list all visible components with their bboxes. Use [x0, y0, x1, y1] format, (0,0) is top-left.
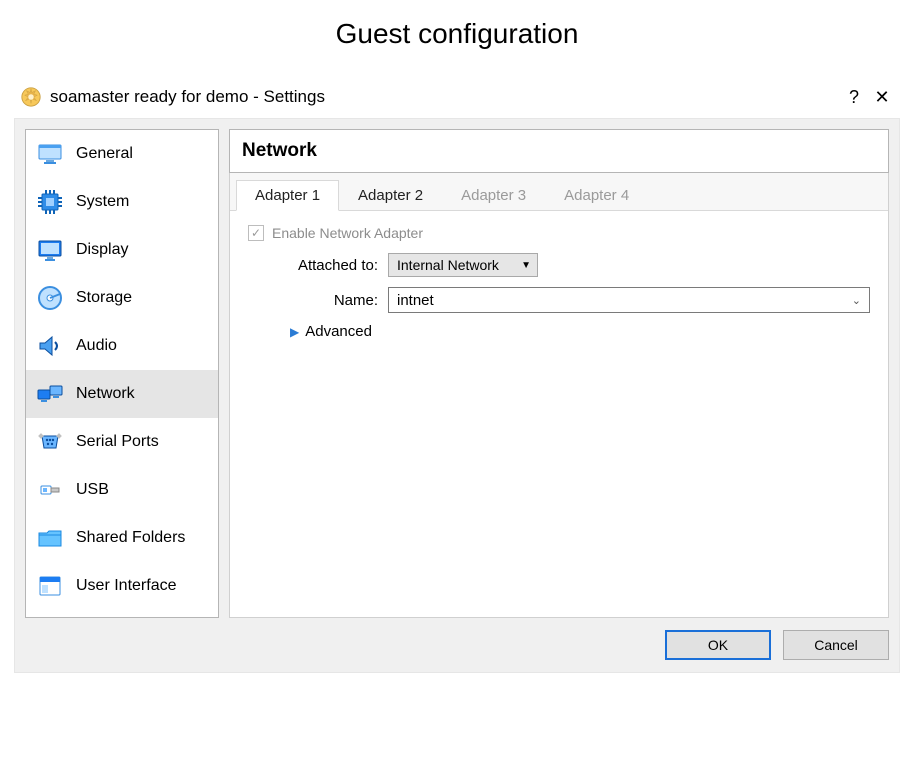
sidebar-item-shared-folders[interactable]: Shared Folders: [26, 514, 218, 562]
sidebar-item-storage[interactable]: Storage: [26, 274, 218, 322]
sidebar-item-network[interactable]: Network: [26, 370, 218, 418]
advanced-label: Advanced: [305, 323, 372, 340]
sidebar-item-general[interactable]: General: [26, 130, 218, 178]
sidebar-item-label: System: [76, 193, 129, 211]
cancel-button[interactable]: Cancel: [783, 630, 889, 660]
sidebar-item-label: USB: [76, 481, 109, 499]
attached-to-value: Internal Network: [397, 257, 499, 273]
triangle-right-icon: ▶: [290, 325, 299, 339]
dialog-body: General System Display Storage: [14, 118, 900, 673]
attached-to-label: Attached to:: [248, 257, 388, 274]
chip-icon: [36, 188, 64, 216]
name-label: Name:: [248, 292, 388, 309]
tab-adapter-1[interactable]: Adapter 1: [236, 180, 339, 211]
checkbox-icon: ✓: [248, 225, 264, 241]
panel-heading: Network: [229, 129, 889, 173]
tab-adapter-4: Adapter 4: [545, 180, 648, 211]
sidebar-item-label: Network: [76, 385, 135, 403]
close-button[interactable]: ✕: [868, 87, 896, 108]
network-icon: [36, 380, 64, 408]
ok-button[interactable]: OK: [665, 630, 771, 660]
sidebar-item-label: Display: [76, 241, 128, 259]
speaker-icon: [36, 332, 64, 360]
help-button[interactable]: ?: [840, 87, 868, 108]
window-title: soamaster ready for demo - Settings: [50, 87, 325, 107]
sidebar-item-label: User Interface: [76, 577, 176, 595]
sidebar-item-audio[interactable]: Audio: [26, 322, 218, 370]
sidebar-item-system[interactable]: System: [26, 178, 218, 226]
page-heading: Guest configuration: [0, 18, 914, 50]
sidebar-item-label: Audio: [76, 337, 117, 355]
sidebar-item-serial-ports[interactable]: Serial Ports: [26, 418, 218, 466]
settings-sidebar: General System Display Storage: [25, 129, 219, 618]
serial-port-icon: [36, 428, 64, 456]
usb-icon: [36, 476, 64, 504]
name-combobox[interactable]: intnet ⌄: [388, 287, 870, 313]
enable-adapter-label: Enable Network Adapter: [272, 225, 423, 241]
attached-to-dropdown[interactable]: Internal Network ▼: [388, 253, 538, 277]
settings-content: Network Adapter 1 Adapter 2 Adapter 3 Ad…: [229, 129, 889, 618]
ui-icon: [36, 572, 64, 600]
sidebar-item-display[interactable]: Display: [26, 226, 218, 274]
folder-icon: [36, 524, 64, 552]
name-value: intnet: [397, 292, 434, 309]
chevron-down-icon: ⌄: [852, 294, 861, 307]
enable-adapter-checkbox: ✓ Enable Network Adapter: [248, 225, 870, 241]
sidebar-item-label: Storage: [76, 289, 132, 307]
sidebar-item-usb[interactable]: USB: [26, 466, 218, 514]
disk-icon: [36, 284, 64, 312]
advanced-toggle[interactable]: ▶ Advanced: [290, 323, 870, 340]
tab-adapter-3: Adapter 3: [442, 180, 545, 211]
display-icon: [36, 236, 64, 264]
sidebar-item-user-interface[interactable]: User Interface: [26, 562, 218, 610]
sidebar-item-label: Shared Folders: [76, 529, 185, 547]
chevron-down-icon: ▼: [521, 260, 531, 271]
adapter-tabs: Adapter 1 Adapter 2 Adapter 3 Adapter 4: [230, 173, 888, 211]
dialog-buttons: OK Cancel: [25, 618, 889, 660]
sidebar-item-label: Serial Ports: [76, 433, 159, 451]
monitor-icon: [36, 140, 64, 168]
sidebar-item-label: General: [76, 145, 133, 163]
tab-adapter-2[interactable]: Adapter 2: [339, 180, 442, 211]
window-titlebar: soamaster ready for demo - Settings ? ✕: [0, 80, 914, 118]
gear-icon: [20, 86, 42, 108]
